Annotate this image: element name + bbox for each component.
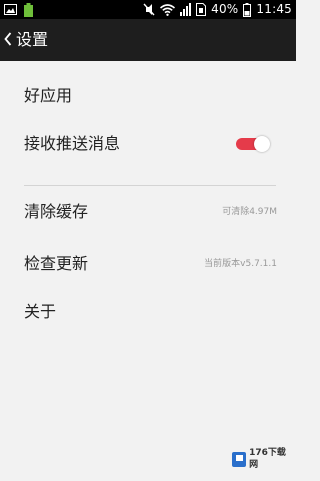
sim-icon [196, 3, 207, 16]
setting-label: 清除缓存 [24, 202, 89, 221]
cache-size-value: 可清除4.97M [222, 207, 277, 217]
battery-notify-icon [24, 2, 33, 17]
battery-percent: 40% [211, 2, 239, 16]
battery-icon [243, 2, 252, 17]
status-bar: 40% 11:45 [0, 0, 296, 19]
push-toggle[interactable] [236, 136, 272, 152]
status-bar-left [4, 2, 34, 17]
current-version-value: 当前版本v5.7.1.1 [204, 259, 277, 269]
setting-push-messages[interactable]: 接收推送消息 [0, 119, 296, 169]
setting-good-apps[interactable]: 好应用 [0, 71, 296, 121]
setting-label: 好应用 [24, 86, 73, 105]
chevron-left-icon[interactable] [4, 32, 12, 46]
page-title: 设置 [16, 30, 49, 49]
setting-clear-cache[interactable]: 清除缓存 可清除4.97M [0, 187, 296, 237]
setting-check-update[interactable]: 检查更新 当前版本v5.7.1.1 [0, 239, 296, 289]
setting-about[interactable]: 关于 [0, 287, 296, 337]
setting-label: 接收推送消息 [24, 134, 121, 153]
wifi-icon [160, 3, 176, 16]
setting-label: 关于 [24, 302, 57, 321]
watermark-text: 176下载网 [249, 448, 286, 470]
status-bar-right: 40% 11:45 [143, 1, 292, 18]
image-icon [4, 4, 17, 15]
signal-icon [180, 3, 192, 16]
status-time: 11:45 [256, 2, 292, 16]
watermark-logo: 176下载网 [232, 448, 292, 470]
watermark-icon [232, 451, 247, 467]
divider [24, 185, 276, 186]
toggle-knob [254, 136, 270, 152]
setting-label: 检查更新 [24, 254, 89, 273]
mute-icon [143, 3, 155, 16]
title-bar: 设置 [0, 19, 296, 61]
